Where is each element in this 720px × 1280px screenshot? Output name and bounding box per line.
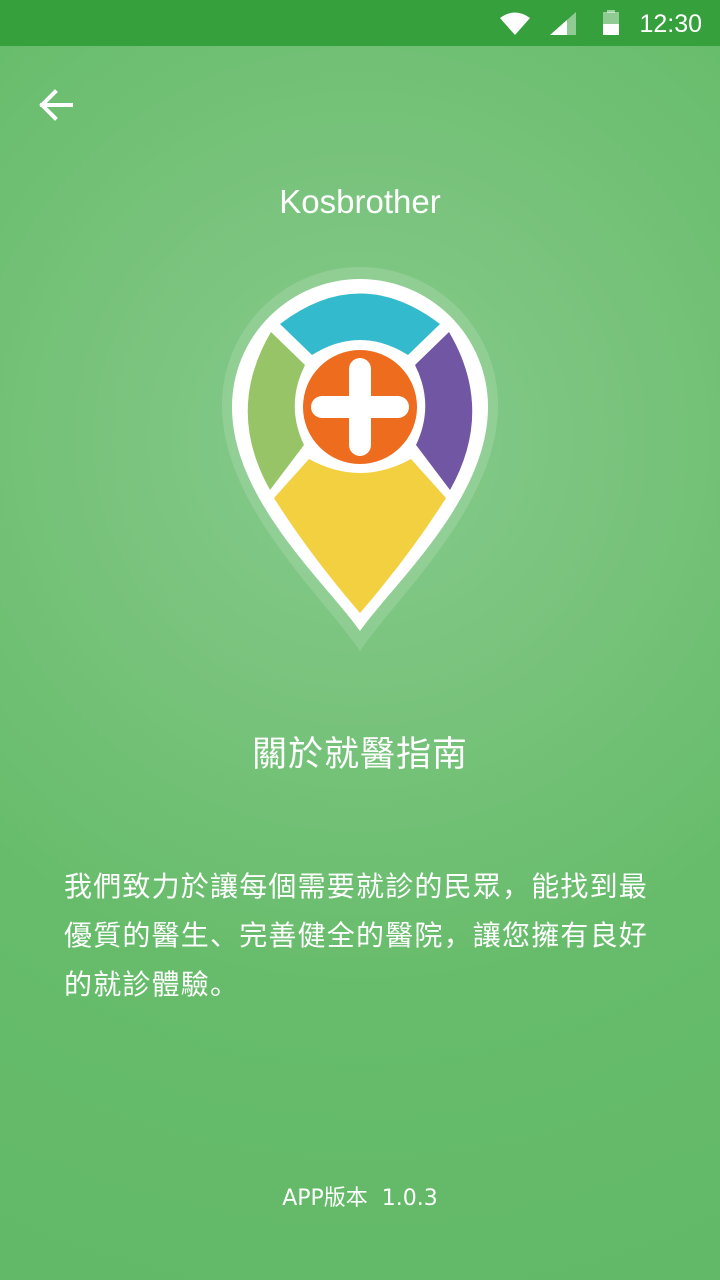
arrow-left-icon	[39, 89, 73, 121]
app-name: Kosbrother	[279, 183, 441, 220]
back-button[interactable]	[28, 82, 84, 130]
app-version: APP版本 1.0.3	[0, 1184, 720, 1214]
signal-icon	[550, 12, 576, 35]
about-description: 我們致力於讓每個需要就診的民眾，能找到最優質的醫生、完善健全的醫院，讓您擁有良好…	[64, 870, 649, 1001]
about-title: 關於就醫指南	[251, 735, 468, 775]
location-pin-medical-cross-icon	[222, 267, 498, 651]
version-label: APP版本	[282, 1186, 375, 1211]
about-screen: 12:30 Kosbrother 關於就醫指南 我們致力於讓每個需要就診的民眾，…	[0, 0, 720, 1280]
status-time: 12:30	[639, 10, 702, 38]
wifi-icon	[500, 12, 530, 35]
status-bar: 12:30	[0, 0, 720, 46]
version-number: 1.0.3	[381, 1186, 438, 1211]
battery-icon	[603, 10, 619, 35]
